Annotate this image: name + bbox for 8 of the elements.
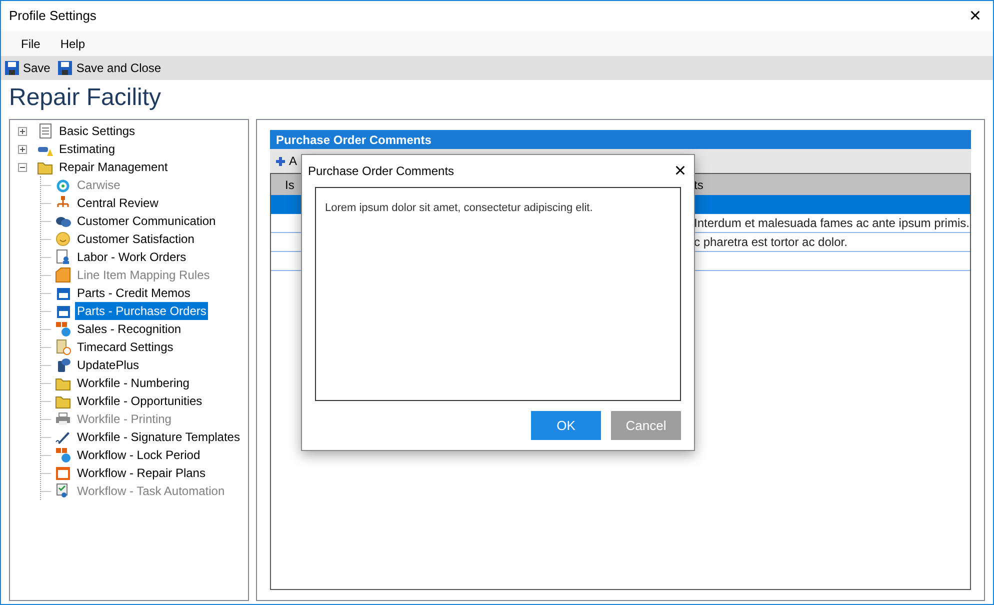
page-heading: Repair Facility (9, 83, 162, 113)
comment-text: Lorem ipsum dolor sit amet, consectetur adipiscing elit. (325, 202, 593, 214)
table-cell-text: Interdum et malesuada fames ac ante ipsum primis. (694, 215, 970, 232)
panel-title: Purchase Order Comments (276, 132, 432, 148)
window-title: Profile Settings (9, 7, 96, 26)
column-header: ts (694, 176, 704, 194)
column-header: Is (284, 176, 296, 194)
dialog-title: Purchase Order Comments (308, 162, 454, 180)
